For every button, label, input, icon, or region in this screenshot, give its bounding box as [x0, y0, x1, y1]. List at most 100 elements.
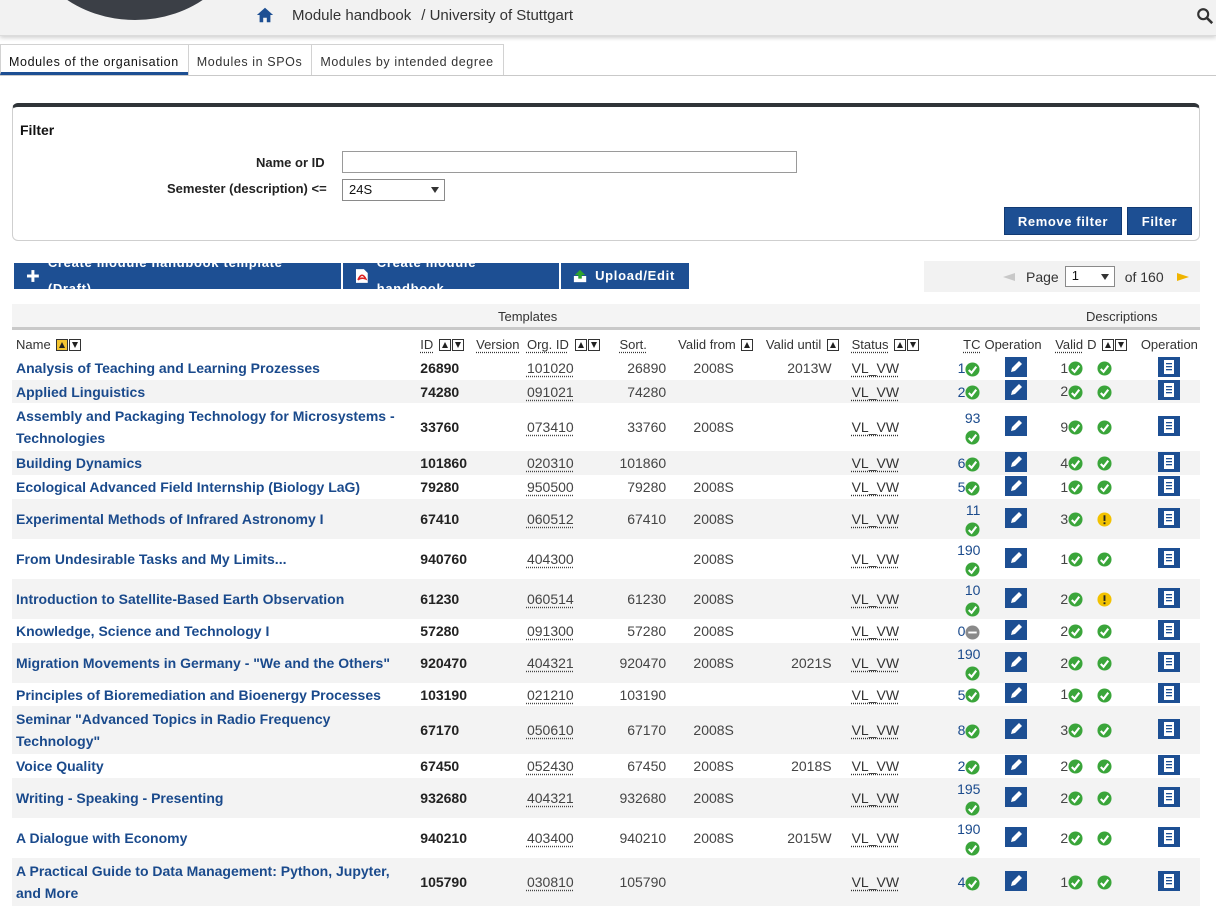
university-logo[interactable]	[30, 0, 240, 20]
status-link[interactable]: VL_VW	[852, 830, 899, 846]
status-link[interactable]: VL_VW	[852, 511, 899, 527]
tc-count[interactable]: 5	[958, 479, 966, 495]
tc-count[interactable]: 4	[958, 874, 966, 890]
remove-filter-button[interactable]: Remove filter	[1004, 207, 1122, 235]
sort-icon[interactable]	[826, 339, 839, 351]
document-icon[interactable]	[1158, 718, 1181, 739]
module-name-link[interactable]: Experimental Methods of Infrared Astrono…	[12, 499, 418, 539]
tc-cell[interactable]: 190	[941, 818, 983, 858]
tc-count[interactable]: 5	[958, 687, 966, 703]
tc-count[interactable]: 190	[943, 541, 980, 559]
tc-count[interactable]: 11	[943, 501, 981, 519]
sort-icon[interactable]	[56, 339, 69, 351]
module-name-link[interactable]: Assembly and Packaging Technology for Mi…	[12, 403, 418, 451]
tc-cell[interactable]: 4	[941, 858, 983, 906]
tc-count[interactable]: 2	[958, 758, 966, 774]
edit-icon[interactable]	[1004, 507, 1027, 528]
edit-icon[interactable]	[1004, 415, 1027, 436]
edit-icon[interactable]	[1004, 754, 1027, 775]
filter-button[interactable]: Filter	[1127, 207, 1192, 235]
org-id-link[interactable]: 060512	[527, 511, 574, 527]
edit-icon[interactable]	[1004, 651, 1027, 672]
module-name-link[interactable]: Introduction to Satellite-Based Earth Ob…	[12, 579, 418, 619]
create-template-button[interactable]: Create module handbook template (Draft)	[14, 255, 343, 296]
col-d[interactable]: D	[1085, 333, 1139, 356]
org-id-link[interactable]: 403400	[527, 830, 574, 846]
col-tc[interactable]: TC	[941, 333, 983, 356]
org-id-link[interactable]: 091021	[527, 384, 574, 400]
status-link[interactable]: VL_VW	[852, 479, 899, 495]
document-icon[interactable]	[1158, 786, 1181, 807]
module-name-link[interactable]: Principles of Bioremediation and Bioener…	[12, 683, 418, 706]
module-name-link[interactable]: Writing - Speaking - Presenting	[12, 778, 418, 818]
org-id-link[interactable]: 404321	[527, 790, 574, 806]
document-icon[interactable]	[1158, 507, 1181, 528]
org-id-link[interactable]: 030810	[527, 874, 574, 890]
org-id-link[interactable]: 101020	[527, 360, 574, 376]
tc-cell[interactable]: 6	[941, 451, 983, 475]
status-link[interactable]: VL_VW	[852, 623, 899, 639]
filter-icon[interactable]	[907, 339, 920, 351]
module-name-link[interactable]: Building Dynamics	[12, 451, 418, 475]
col-sort[interactable]: Sort.	[617, 333, 676, 356]
edit-icon[interactable]	[1004, 587, 1027, 608]
module-name-link[interactable]: A Dialogue with Economy	[12, 818, 418, 858]
page-select[interactable]: 1	[1064, 266, 1115, 287]
breadcrumb-title[interactable]: Module handbook	[292, 7, 411, 24]
module-name-link[interactable]: From Undesirable Tasks and My Limits...	[12, 539, 418, 579]
tc-count[interactable]: 8	[958, 722, 966, 738]
semester-select[interactable]: 24S	[342, 179, 445, 201]
col-org-id[interactable]: Org. ID	[525, 333, 617, 356]
tc-cell[interactable]: 1	[941, 356, 983, 380]
col-valid-until[interactable]: Valid until	[764, 333, 850, 356]
tc-count[interactable]: 195	[943, 780, 980, 798]
org-id-link[interactable]: 052430	[527, 758, 574, 774]
module-name-link[interactable]: Ecological Advanced Field Internship (Bi…	[12, 475, 418, 499]
module-name-link[interactable]: Voice Quality	[12, 754, 418, 778]
breadcrumb-org[interactable]: / University of Stuttgart	[421, 7, 573, 24]
document-icon[interactable]	[1158, 587, 1181, 608]
document-icon[interactable]	[1158, 754, 1181, 775]
edit-icon[interactable]	[1004, 683, 1027, 703]
document-icon[interactable]	[1158, 619, 1181, 640]
tab-modules-by-degree[interactable]: Modules by intended degree	[311, 44, 504, 75]
tc-cell[interactable]: 190	[941, 643, 983, 683]
edit-icon[interactable]	[1004, 475, 1027, 496]
module-name-link[interactable]: Applied Linguistics	[12, 380, 418, 403]
status-link[interactable]: VL_VW	[852, 360, 899, 376]
org-id-link[interactable]: 404300	[527, 551, 574, 567]
col-valid-from[interactable]: Valid from	[676, 333, 764, 356]
tc-count[interactable]: 6	[958, 455, 966, 471]
org-id-link[interactable]: 020310	[527, 455, 574, 471]
tc-count[interactable]: 93	[943, 409, 981, 427]
edit-icon[interactable]	[1004, 547, 1027, 568]
status-link[interactable]: VL_VW	[852, 722, 899, 738]
document-icon[interactable]	[1158, 356, 1181, 377]
module-name-link[interactable]: Analysis of Teaching and Learning Prozes…	[12, 356, 418, 380]
tc-cell[interactable]: 10	[941, 579, 983, 619]
document-icon[interactable]	[1158, 651, 1181, 672]
edit-icon[interactable]	[1004, 619, 1027, 640]
tc-count[interactable]: 2	[958, 384, 966, 400]
tc-count[interactable]: 0	[958, 623, 966, 639]
filter-icon[interactable]	[69, 339, 82, 351]
status-link[interactable]: VL_VW	[852, 591, 899, 607]
status-link[interactable]: VL_VW	[852, 551, 899, 567]
module-name-link[interactable]: Knowledge, Science and Technology I	[12, 619, 418, 643]
create-handbook-button[interactable]: Create module handbook	[343, 255, 561, 296]
status-link[interactable]: VL_VW	[852, 455, 899, 471]
status-link[interactable]: VL_VW	[852, 419, 899, 435]
status-link[interactable]: VL_VW	[852, 874, 899, 890]
tc-count[interactable]: 10	[943, 581, 981, 599]
edit-icon[interactable]	[1004, 451, 1027, 472]
col-id[interactable]: ID	[418, 333, 474, 356]
module-name-link[interactable]: A Practical Guide to Data Management: Py…	[12, 858, 418, 906]
tc-cell[interactable]: 8	[941, 706, 983, 754]
status-link[interactable]: VL_VW	[852, 758, 899, 774]
edit-icon[interactable]	[1004, 356, 1027, 377]
document-icon[interactable]	[1158, 826, 1181, 847]
sort-icon[interactable]	[574, 339, 587, 351]
module-name-link[interactable]: Seminar "Advanced Topics in Radio Freque…	[12, 706, 418, 754]
org-id-link[interactable]: 050610	[527, 722, 574, 738]
sort-icon[interactable]	[1102, 339, 1115, 351]
